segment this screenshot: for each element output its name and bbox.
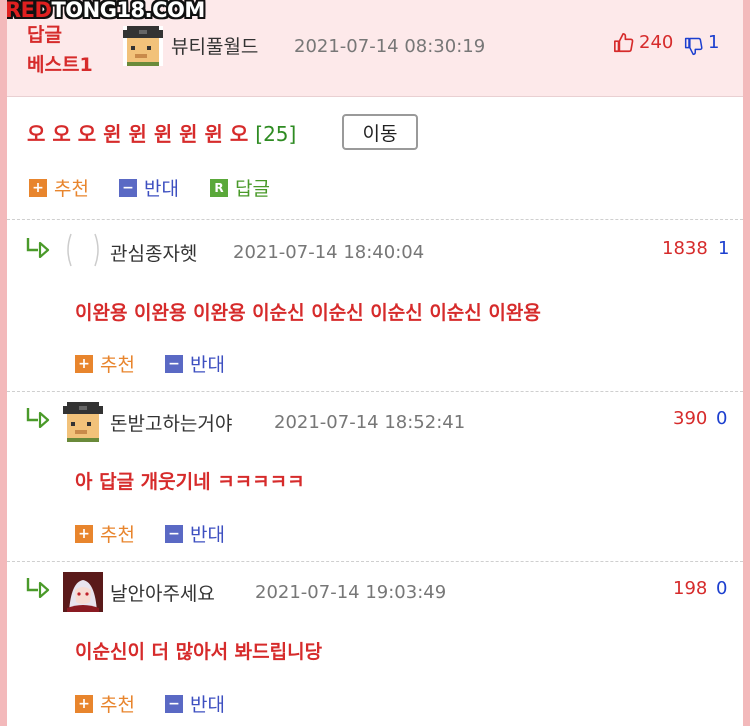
best-badge-line1: 답글	[27, 24, 62, 46]
minus-icon: −	[119, 178, 137, 197]
comment-oppose-button[interactable]: − 반대	[165, 690, 225, 717]
comment-down-count: 0	[716, 408, 728, 429]
reply-button[interactable]: R 답글	[210, 174, 270, 201]
comment-recommend-button[interactable]: + 추천	[75, 690, 135, 717]
comment-down-count: 0	[716, 578, 728, 599]
avatar[interactable]	[63, 230, 103, 270]
comment-author[interactable]: 관심종자헷	[110, 239, 197, 266]
comment-author[interactable]: 돈받고하는거야	[110, 409, 232, 436]
comment-recommend-button[interactable]: + 추천	[75, 350, 135, 377]
board-frame: 답글 베스트1 뷰티풀월드 2021-07-14 08:30:19 240 1 …	[7, 0, 743, 726]
comment-date: 2021-07-14 18:52:41	[274, 412, 466, 433]
reply-arrow-icon	[26, 578, 50, 598]
minus-icon: −	[165, 524, 183, 543]
divider	[7, 219, 743, 220]
comment-oppose-button[interactable]: − 반대	[165, 520, 225, 547]
comment-up-count: 198	[673, 578, 708, 599]
comment-count: [25]	[255, 122, 297, 146]
avatar[interactable]	[123, 26, 163, 66]
plus-icon: +	[29, 178, 47, 197]
thumbs-down-icon[interactable]	[684, 35, 704, 57]
thumbs-up-icon[interactable]	[613, 32, 635, 54]
comment-text: 이완용 이완용 이완용 이순신 이순신 이순신 이순신 이완용	[75, 302, 541, 324]
post-down-count: 1	[708, 32, 720, 53]
comment-recommend-button[interactable]: + 추천	[75, 520, 135, 547]
comment-up-count: 1838	[662, 238, 708, 259]
site-watermark: REDTONG18.COM	[7, 0, 205, 22]
recommend-button[interactable]: + 추천	[29, 174, 89, 201]
move-button[interactable]: 이동	[342, 114, 418, 150]
avatar[interactable]	[63, 572, 103, 612]
comment-up-count: 390	[673, 408, 708, 429]
divider	[7, 561, 743, 562]
post-title-text: 오 오 오 윈 윈 윈 윈 윈 오	[27, 122, 249, 146]
post-date: 2021-07-14 08:30:19	[294, 36, 486, 57]
divider	[7, 391, 743, 392]
plus-icon: +	[75, 524, 93, 543]
reply-arrow-icon	[26, 408, 50, 428]
minus-icon: −	[165, 354, 183, 373]
reply-arrow-icon	[26, 238, 50, 258]
plus-icon: +	[75, 694, 93, 713]
post-author[interactable]: 뷰티풀월드	[171, 32, 258, 59]
best-reply-badge: 답글 베스트1	[27, 20, 117, 80]
plus-icon: +	[75, 354, 93, 373]
r-badge-icon: R	[210, 178, 228, 197]
minus-icon: −	[165, 694, 183, 713]
post-up-count: 240	[639, 32, 674, 53]
comment-date: 2021-07-14 18:40:04	[233, 242, 425, 263]
comment-down-count: 1	[718, 238, 730, 259]
comment-date: 2021-07-14 19:03:49	[255, 582, 447, 603]
post-title[interactable]: 오 오 오 윈 윈 윈 윈 윈 오 [25]	[27, 118, 296, 147]
comment-text: 아 답글 개웃기네 ㅋㅋㅋㅋㅋ	[75, 471, 305, 493]
oppose-button[interactable]: − 반대	[119, 174, 179, 201]
avatar[interactable]	[63, 402, 103, 442]
comment-author[interactable]: 날안아주세요	[110, 579, 215, 606]
comment-oppose-button[interactable]: − 반대	[165, 350, 225, 377]
comment-text: 이순신이 더 많아서 봐드립니당	[75, 641, 323, 663]
best-badge-line2: 베스트1	[27, 54, 93, 76]
